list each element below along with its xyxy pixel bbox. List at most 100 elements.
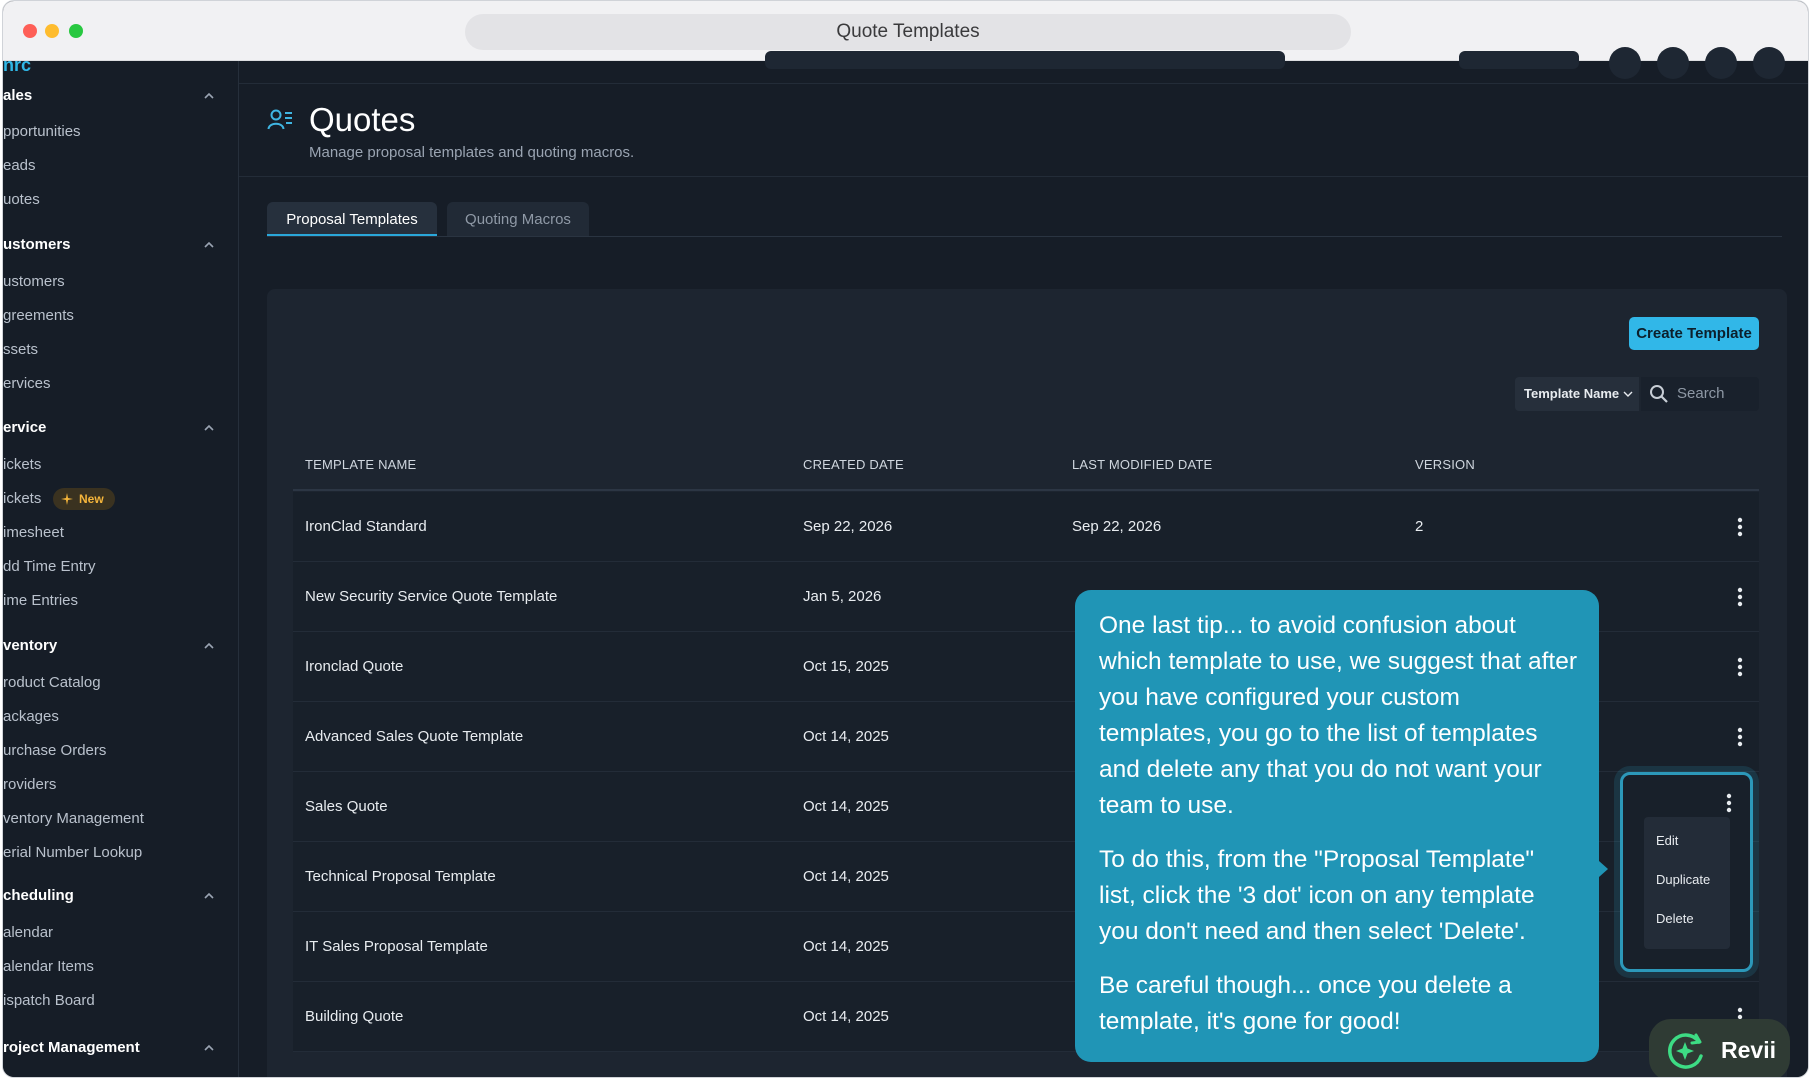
template-name-cell: Sales Quote — [305, 798, 388, 815]
top-bar-icon-button[interactable] — [1657, 47, 1689, 79]
created-date-cell: Oct 14, 2025 — [803, 868, 889, 885]
column-header-last-modified-date[interactable]: LAST MODIFIED DATE — [1072, 457, 1212, 472]
created-date-cell: Oct 15, 2025 — [803, 658, 889, 675]
revii-label: Revii — [1721, 1037, 1776, 1063]
page-title: Quotes — [309, 101, 416, 138]
sidebar-item-quotes[interactable]: uotes — [3, 191, 40, 208]
search-field-select-value: Template Name — [1524, 386, 1620, 401]
app-logo: nrc — [3, 61, 32, 75]
sidebar-item-dispatch-board[interactable]: ispatch Board — [3, 992, 95, 1009]
tooltip-paragraph: To do this, from the "Proposal Template"… — [1099, 846, 1535, 945]
sidebar-item-product-catalog[interactable]: roduct Catalog — [3, 674, 101, 691]
tooltip-pointer — [1599, 861, 1608, 877]
chevron-up-icon — [204, 241, 214, 248]
sidebar-section-inventory[interactable]: ventory — [3, 637, 223, 654]
version-cell: 2 — [1415, 518, 1424, 535]
menu-item-edit[interactable]: Edit — [1656, 833, 1678, 848]
top-bar-icon-button[interactable] — [1609, 47, 1641, 79]
sidebar-section-customers[interactable]: ustomers — [3, 236, 223, 253]
top-bar — [239, 47, 1808, 84]
chevron-up-icon — [204, 892, 214, 899]
divider — [267, 236, 1782, 237]
created-date-cell: Oct 14, 2025 — [803, 1008, 889, 1025]
sidebar-item-calendar-items[interactable]: alendar Items — [3, 958, 94, 975]
chevron-down-icon — [1623, 391, 1633, 397]
created-date-cell: Jan 5, 2026 — [803, 588, 882, 605]
sidebar-item-serial-number-lookup[interactable]: erial Number Lookup — [3, 844, 142, 861]
last-modified-date-cell: Sep 22, 2026 — [1072, 518, 1162, 535]
more-options-icon[interactable] — [1737, 657, 1743, 677]
template-name-cell: IronClad Standard — [305, 518, 427, 535]
template-name-cell: IT Sales Proposal Template — [305, 938, 488, 955]
template-name-cell: Technical Proposal Template — [305, 868, 496, 885]
sidebar-item-opportunities[interactable]: pportunities — [3, 123, 81, 140]
search-input[interactable]: Search — [1641, 377, 1759, 411]
sidebar-item-timesheet[interactable]: imesheet — [3, 524, 64, 541]
sidebar-item-packages[interactable]: ackages — [3, 708, 59, 725]
menu-item-delete[interactable]: Delete — [1656, 911, 1694, 926]
top-bar-icon-button[interactable] — [1753, 47, 1785, 79]
sidebar-item-tickets[interactable]: ickets — [3, 456, 41, 473]
search-icon — [1650, 385, 1668, 403]
created-date-cell: Oct 14, 2025 — [803, 938, 889, 955]
sidebar-item-tickets-new[interactable]: ickets New — [3, 488, 143, 510]
created-date-cell: Oct 14, 2025 — [803, 728, 889, 745]
more-options-icon[interactable] — [1737, 587, 1743, 607]
column-header-template-name[interactable]: TEMPLATE NAME — [305, 457, 416, 472]
sidebar: nrc ales pportunities eads uotes ustomer… — [3, 61, 239, 1077]
create-template-button[interactable]: Create Template — [1629, 317, 1759, 350]
ai-sparkle-icon — [1668, 1033, 1703, 1069]
revii-assistant-button[interactable]: Revii — [1649, 1019, 1790, 1077]
search-field-select[interactable]: Template Name — [1515, 377, 1639, 411]
global-search[interactable] — [765, 51, 1285, 69]
sidebar-item-purchase-orders[interactable]: urchase Orders — [3, 742, 106, 759]
tour-tooltip: One last tip... to avoid confusion about… — [1075, 590, 1608, 1062]
sidebar-item-label: ickets — [3, 490, 42, 507]
tab-quoting-macros[interactable]: Quoting Macros — [447, 202, 589, 237]
sidebar-item-services[interactable]: ervices — [3, 375, 51, 392]
close-window-button[interactable] — [23, 24, 37, 38]
tab-proposal-templates[interactable]: Proposal Templates — [267, 202, 437, 237]
sidebar-item-leads[interactable]: eads — [3, 157, 36, 174]
sidebar-section-label: ustomers — [3, 236, 71, 253]
users-list-icon — [267, 109, 292, 130]
sidebar-section-service[interactable]: ervice — [3, 419, 223, 436]
address-bar[interactable]: Quote Templates — [465, 14, 1351, 50]
created-date-cell: Oct 14, 2025 — [803, 798, 889, 815]
menu-item-duplicate[interactable]: Duplicate — [1656, 872, 1710, 887]
top-bar-icon-button[interactable] — [1705, 47, 1737, 79]
sidebar-section-scheduling[interactable]: cheduling — [3, 887, 223, 904]
sidebar-item-customers[interactable]: ustomers — [3, 273, 65, 290]
sidebar-section-label: ventory — [3, 637, 58, 654]
divider — [239, 176, 1808, 177]
sidebar-section-project-management[interactable]: roject Management — [3, 1039, 223, 1056]
chevron-up-icon — [204, 1044, 214, 1051]
sparkle-icon — [61, 493, 73, 505]
more-options-icon[interactable] — [1737, 727, 1743, 747]
sidebar-section-sales[interactable]: ales — [3, 87, 223, 104]
sidebar-item-inventory-management[interactable]: ventory Management — [3, 810, 144, 827]
sidebar-item-time-entries[interactable]: ime Entries — [3, 592, 78, 609]
column-header-version[interactable]: VERSION — [1415, 457, 1475, 472]
maximize-window-button[interactable] — [69, 24, 83, 38]
sidebar-item-agreements[interactable]: greements — [3, 307, 74, 324]
sidebar-item-calendar[interactable]: alendar — [3, 924, 53, 941]
tooltip-paragraph: Be careful though... once you delete a t… — [1099, 972, 1512, 1035]
sidebar-item-add-time-entry[interactable]: dd Time Entry — [3, 558, 96, 575]
sidebar-section-label: ervice — [3, 419, 47, 436]
sidebar-item-assets[interactable]: ssets — [3, 341, 38, 358]
top-bar-button[interactable] — [1459, 51, 1579, 69]
more-options-icon[interactable] — [1726, 793, 1732, 813]
chevron-up-icon — [204, 424, 214, 431]
new-badge: New — [53, 488, 115, 510]
template-name-cell: Building Quote — [305, 1008, 404, 1025]
column-header-created-date[interactable]: CREATED DATE — [803, 457, 904, 472]
more-options-icon[interactable] — [1737, 517, 1743, 537]
sidebar-item-providers[interactable]: roviders — [3, 776, 56, 793]
table-row[interactable]: IronClad Standard Sep 22, 2026 Sep 22, 2… — [293, 492, 1759, 562]
highlighted-row-actions: Edit Duplicate Delete — [1620, 772, 1753, 972]
template-name-cell: Advanced Sales Quote Template — [305, 728, 524, 745]
template-name-cell: Ironclad Quote — [305, 658, 404, 675]
chevron-up-icon — [204, 642, 214, 649]
minimize-window-button[interactable] — [45, 24, 59, 38]
